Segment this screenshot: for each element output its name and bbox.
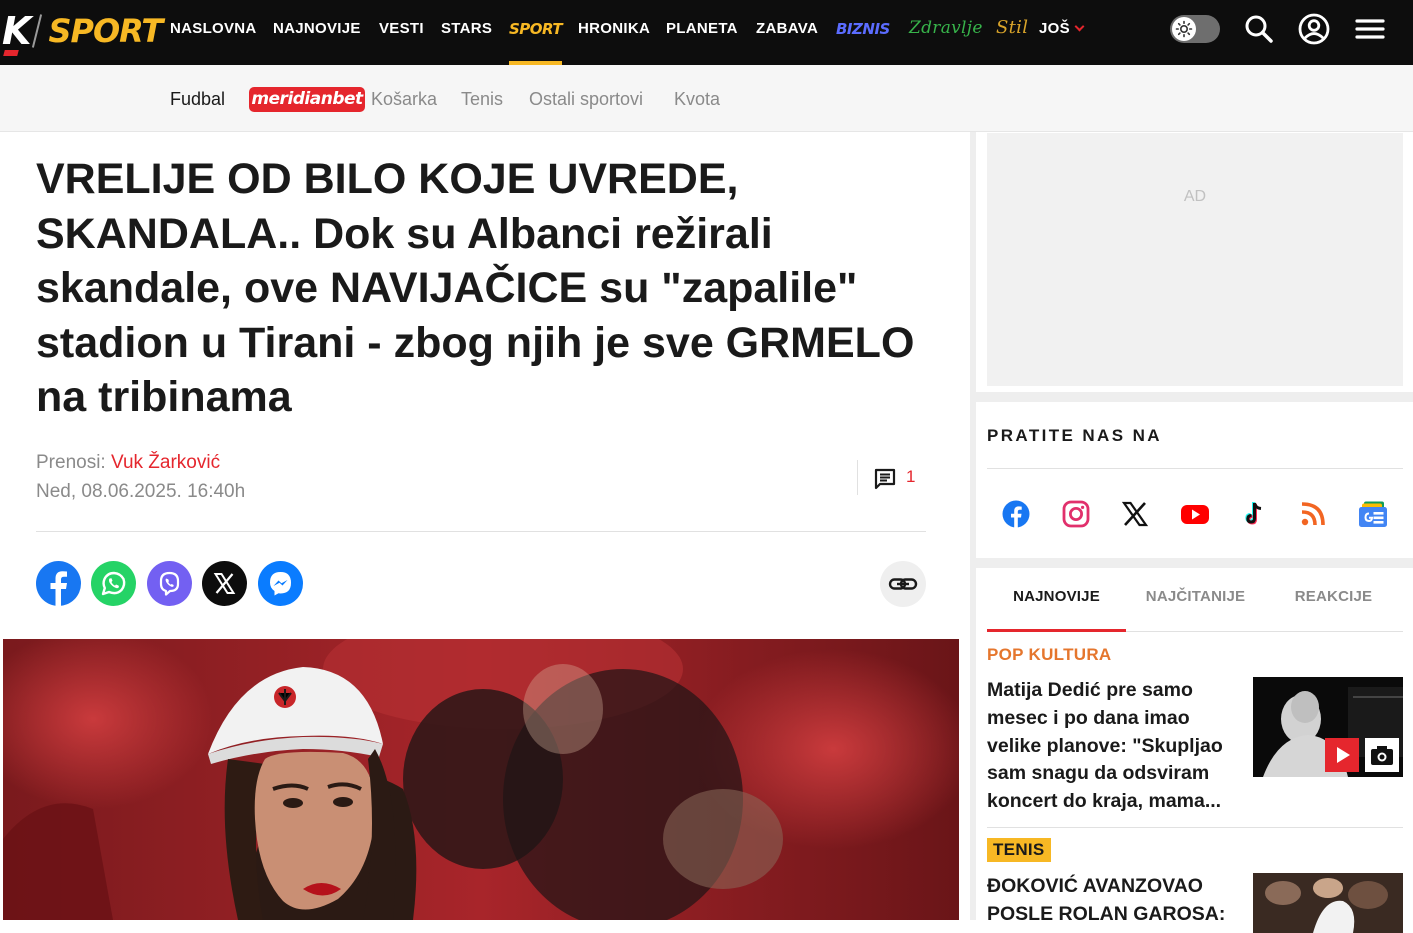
nav-stil[interactable]: Stil <box>996 17 1028 38</box>
news-item-title[interactable]: Matija Dedić pre samo mesec i po dana im… <box>987 677 1232 816</box>
camera-icon <box>1371 746 1393 765</box>
subnav-meridianbet-badge[interactable]: meridianbet <box>249 87 365 112</box>
news-item-title[interactable]: ĐOKOVIĆ AVANZOVAO POSLE ROLAN GAROSA: <box>987 873 1232 929</box>
social-tiktok-link[interactable] <box>1240 499 1270 529</box>
subnav-fudbal[interactable]: Fudbal <box>170 89 225 110</box>
search-icon[interactable] <box>1242 12 1276 46</box>
rss-icon <box>1301 502 1325 526</box>
share-x-button[interactable] <box>202 561 247 606</box>
comments-button[interactable]: 1 <box>857 460 927 495</box>
nav-zdravlje[interactable]: Zdravlje <box>909 18 983 38</box>
nav-planeta[interactable]: PLANETA <box>666 20 738 37</box>
x-icon <box>1121 501 1149 527</box>
nav-naslovna[interactable]: NASLOVNA <box>170 20 257 37</box>
x-icon <box>202 561 247 606</box>
divider <box>987 468 1403 469</box>
column-divider <box>970 132 976 920</box>
comment-icon <box>874 468 896 490</box>
news-item-thumbnail[interactable] <box>1253 873 1403 933</box>
nav-sport[interactable]: SPORT <box>509 20 563 38</box>
news-category-label[interactable]: POP KULTURA <box>987 645 1112 665</box>
sidebar-divider <box>976 558 1413 568</box>
comment-count: 1 <box>906 467 916 486</box>
nav-stars[interactable]: STARS <box>441 20 492 37</box>
play-badge <box>1325 738 1359 772</box>
toggle-knob <box>1172 17 1196 41</box>
subnav-kosarka[interactable]: Košarka <box>371 89 437 110</box>
byline-prefix: Prenosi: <box>36 452 106 473</box>
subnav-ostali-sportovi[interactable]: Ostali sportovi <box>529 89 643 110</box>
share-viber-button[interactable] <box>147 561 192 606</box>
article-date: Ned, 08.06.2025. 16:40h <box>36 481 246 502</box>
viber-icon <box>147 561 192 606</box>
whatsapp-icon <box>91 561 136 606</box>
social-instagram-link[interactable] <box>1061 499 1091 529</box>
menu-icon[interactable] <box>1353 12 1387 46</box>
theme-toggle[interactable] <box>1170 15 1220 43</box>
nav-najnovije[interactable]: NAJNOVIJE <box>273 20 361 37</box>
subnav-kvota[interactable]: Kvota <box>674 89 720 110</box>
logo-sport: SPORT <box>48 12 163 50</box>
tab-reakcije[interactable]: REAKCIJE <box>1264 588 1403 605</box>
social-x-link[interactable] <box>1120 499 1150 529</box>
social-facebook-link[interactable] <box>1001 499 1031 529</box>
logo-divider <box>32 14 43 48</box>
facebook-icon <box>36 561 81 606</box>
tab-najcitanije[interactable]: NAJČITANIJE <box>1126 588 1265 605</box>
social-rss-link[interactable] <box>1298 499 1328 529</box>
gallery-badge <box>1365 738 1399 772</box>
fan-photo <box>3 639 959 920</box>
google-news-icon <box>1359 501 1387 527</box>
author-link[interactable]: Vuk Žarković <box>111 452 220 473</box>
article-hero-image <box>3 639 959 920</box>
nav-biznis[interactable]: BIZNIS <box>836 20 890 38</box>
news-category-label[interactable]: TENIS <box>987 838 1051 862</box>
active-tab-indicator <box>987 629 1126 632</box>
play-icon <box>1337 747 1350 763</box>
nav-zabava[interactable]: ZABAVA <box>756 20 818 37</box>
article-byline: Prenosi: Vuk Žarković <box>36 452 220 474</box>
nav-jos[interactable]: JOŠ <box>1039 20 1085 37</box>
copy-link-button[interactable] <box>880 561 926 607</box>
share-whatsapp-button[interactable] <box>91 561 136 606</box>
ad-placeholder: AD <box>987 133 1403 386</box>
sidebar-divider <box>976 392 1413 402</box>
share-facebook-button[interactable] <box>36 561 81 606</box>
sport-subnavigation: Fudbal meridianbet Košarka Tenis Ostali … <box>0 65 1413 132</box>
top-navigation: K SPORT NASLOVNA NAJNOVIJE VESTI STARS S… <box>0 0 1413 65</box>
logo-k: K <box>2 9 31 53</box>
nav-hronika[interactable]: HRONIKA <box>578 20 650 37</box>
follow-us-heading: PRATITE NAS NA <box>987 426 1162 445</box>
subnav-tenis[interactable]: Tenis <box>461 89 503 110</box>
youtube-icon <box>1181 505 1209 524</box>
site-logo[interactable]: K SPORT <box>2 9 163 53</box>
tab-najnovije[interactable]: NAJNOVIJE <box>987 588 1126 605</box>
nav-jos-label: JOŠ <box>1039 20 1070 37</box>
social-youtube-link[interactable] <box>1180 499 1210 529</box>
article-headline: VRELIJE OD BILO KOJE UVREDE, SKANDALA.. … <box>36 155 915 421</box>
tiktok-icon <box>1245 502 1262 525</box>
social-google-news-link[interactable] <box>1358 499 1388 529</box>
ad-label: AD <box>1183 188 1207 205</box>
facebook-icon <box>1002 500 1030 528</box>
link-icon <box>888 578 918 590</box>
divider <box>987 827 1403 828</box>
chevron-down-icon <box>1074 21 1085 32</box>
share-messenger-button[interactable] <box>258 561 303 606</box>
messenger-icon <box>258 561 303 606</box>
instagram-icon <box>1062 500 1090 528</box>
divider <box>36 531 926 532</box>
sun-icon <box>1175 20 1193 38</box>
nav-vesti[interactable]: VESTI <box>379 20 424 37</box>
account-icon[interactable] <box>1297 12 1331 46</box>
news-item-thumbnail[interactable] <box>1253 677 1403 777</box>
tennis-photo <box>1253 873 1403 933</box>
